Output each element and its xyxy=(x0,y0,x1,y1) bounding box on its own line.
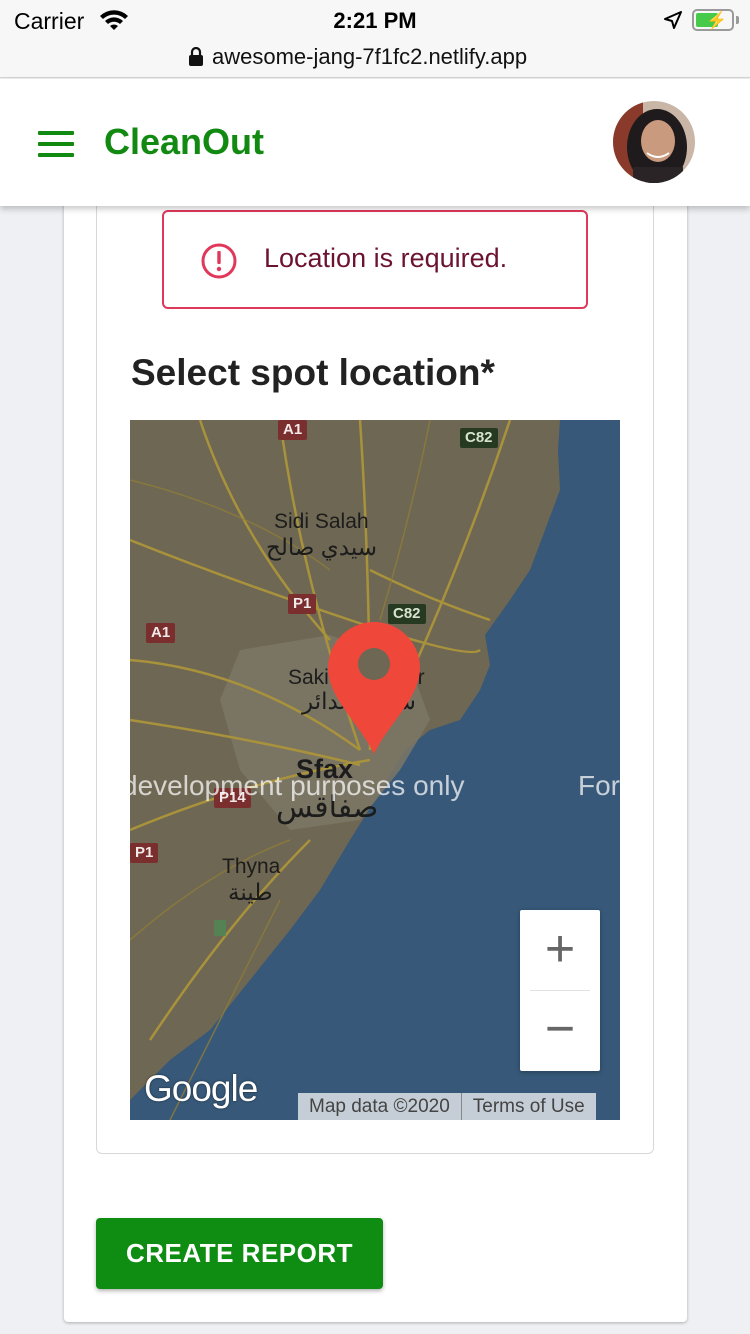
url-text[interactable]: awesome-jang-7f1fc2.netlify.app xyxy=(212,44,527,70)
section-heading: Select spot location* xyxy=(131,352,495,393)
status-bar: Carrier 2:21 PM ⚡ xyxy=(0,0,750,40)
map-pin-icon[interactable] xyxy=(326,620,422,761)
battery-icon: ⚡ xyxy=(692,9,734,31)
clock: 2:21 PM xyxy=(333,8,417,33)
lock-icon xyxy=(188,46,204,72)
place-label: سيدي صالح xyxy=(266,534,378,560)
terms-of-use-link[interactable]: Terms of Use xyxy=(462,1093,596,1120)
road-shield: C82 xyxy=(460,428,498,448)
app-header: CleanOut xyxy=(0,79,750,206)
error-icon xyxy=(200,242,238,285)
place-label: Thyna xyxy=(222,855,281,878)
road-shield: A1 xyxy=(278,420,308,440)
battery-nub xyxy=(736,16,739,24)
zoom-out-button[interactable]: − xyxy=(520,991,600,1071)
google-logo[interactable]: Google xyxy=(144,1068,258,1110)
error-message: Location is required. xyxy=(264,243,508,273)
map-watermark: development purposes only xyxy=(130,770,465,801)
app-title[interactable]: CleanOut xyxy=(104,121,264,163)
place-label: طينة xyxy=(228,879,273,905)
map-watermark-right: For xyxy=(578,770,620,801)
location-error-alert: Location is required. xyxy=(162,210,588,309)
hamburger-menu-icon[interactable] xyxy=(36,129,76,159)
road-shield: P1 xyxy=(130,843,159,863)
create-report-button[interactable]: CREATE REPORT xyxy=(96,1218,383,1289)
place-label: Sidi Salah xyxy=(274,510,369,533)
location-arrow-icon xyxy=(664,11,682,34)
road-shield: P1 xyxy=(288,594,317,614)
zoom-in-button[interactable]: + xyxy=(520,910,600,990)
zoom-control: + − xyxy=(520,910,600,1071)
map-attribution: Map data ©2020 Terms of Use xyxy=(298,1093,596,1120)
location-map[interactable]: A1 C82 P1 C82 A1 P14 P1 Sidi Salah سيدي … xyxy=(130,420,620,1120)
avatar[interactable] xyxy=(613,101,695,183)
road-shield: A1 xyxy=(146,623,176,643)
map-data-label: Map data ©2020 xyxy=(309,1096,450,1117)
url-bar[interactable]: awesome-jang-7f1fc2.netlify.app xyxy=(0,40,750,78)
